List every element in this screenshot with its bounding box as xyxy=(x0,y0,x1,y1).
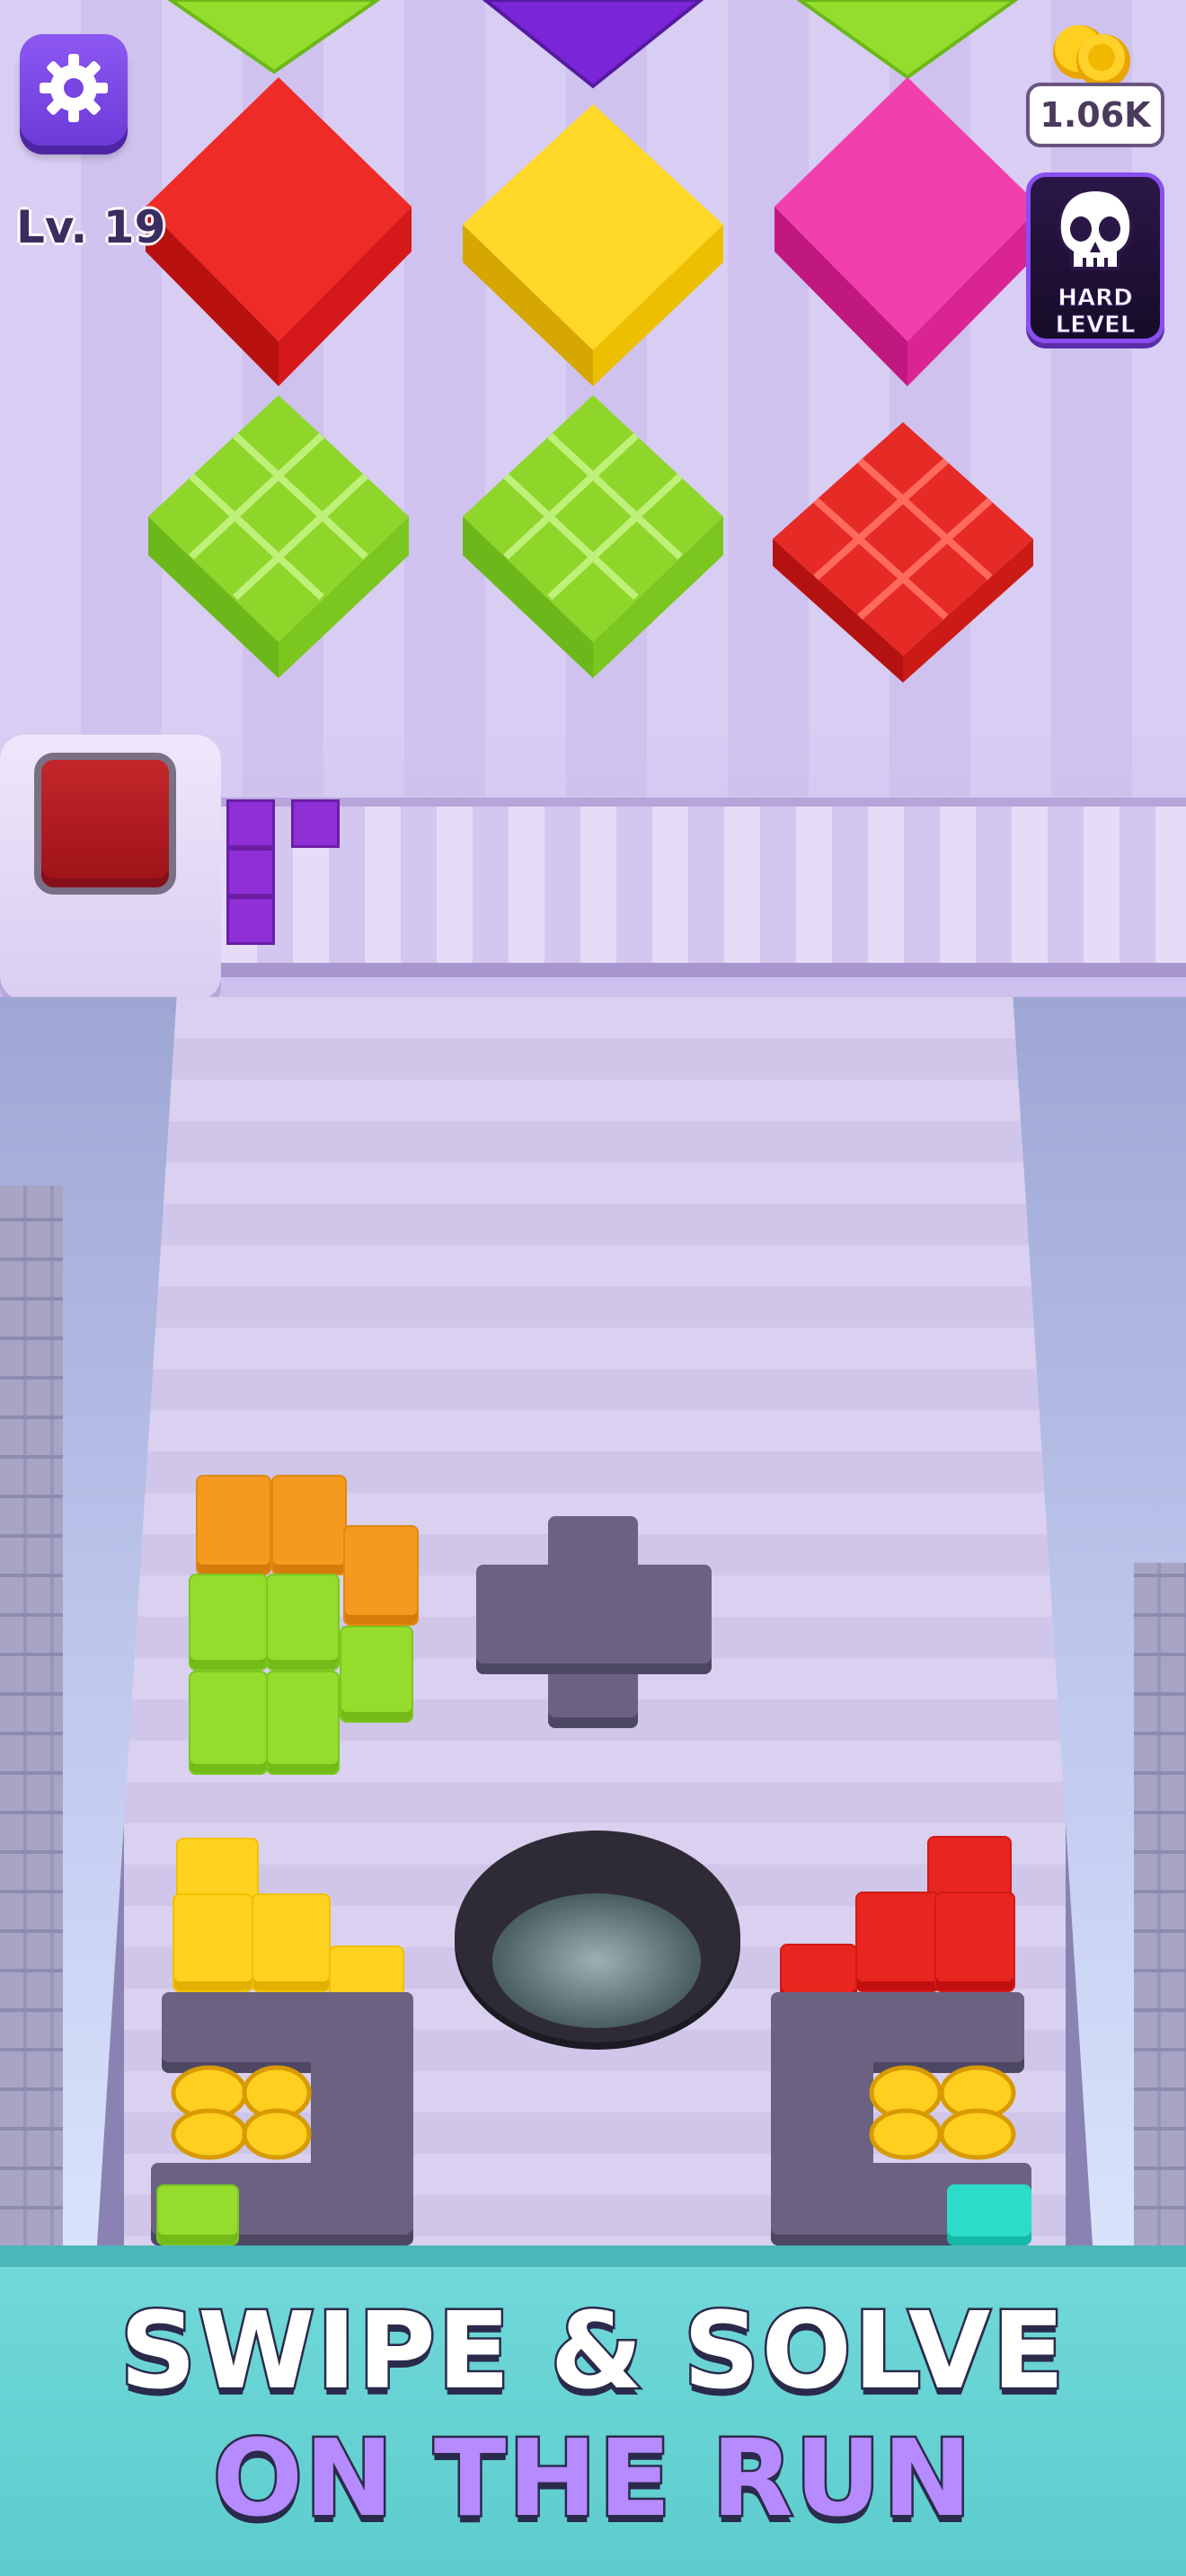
purple-piece-cell xyxy=(291,799,340,848)
green-block[interactable] xyxy=(266,1574,340,1671)
dispense-button[interactable] xyxy=(34,753,176,895)
hole-portal xyxy=(492,1893,701,2028)
hard-level-badge: HARD LEVEL xyxy=(1026,172,1164,343)
plus-obstacle xyxy=(476,1565,712,1674)
gear-icon xyxy=(40,54,108,122)
hard-level-label: HARD LEVEL xyxy=(1055,285,1136,340)
coin-pile-right xyxy=(869,2065,1016,2160)
orange-block[interactable] xyxy=(271,1475,347,1575)
red-target-cube xyxy=(146,77,412,386)
purple-l-piece[interactable] xyxy=(226,799,275,945)
red-grid-slot xyxy=(773,422,1033,683)
green-block[interactable] xyxy=(189,1671,268,1775)
yellow-target-cube xyxy=(463,104,723,386)
banner-subheadline: ON THE RUN xyxy=(210,2414,974,2543)
lime-grid-slot-2 xyxy=(463,395,723,678)
coin-balance: 1.06K xyxy=(1026,83,1164,147)
lime-grid-slot xyxy=(148,395,409,678)
yellow-block[interactable] xyxy=(173,1893,253,1992)
teal-block[interactable] xyxy=(947,2184,1031,2245)
conveyor-rail xyxy=(221,798,1186,977)
red-block[interactable] xyxy=(934,1892,1015,1992)
building-left xyxy=(0,1186,63,2245)
yellow-block[interactable] xyxy=(252,1893,331,1992)
green-block[interactable] xyxy=(266,1671,340,1775)
settings-button[interactable] xyxy=(20,34,128,146)
orange-block[interactable] xyxy=(196,1475,271,1575)
green-block[interactable] xyxy=(340,1626,413,1723)
skull-icon xyxy=(1057,187,1134,270)
level-label: Lv. 19 xyxy=(15,200,166,254)
building-right xyxy=(1134,1563,1186,2245)
coin-pile-left xyxy=(171,2065,312,2160)
banner-headline: SWIPE & SOLVE xyxy=(118,2287,1067,2415)
red-block[interactable] xyxy=(855,1892,940,1992)
green-block[interactable] xyxy=(156,2184,239,2245)
green-block[interactable] xyxy=(189,1574,268,1671)
magenta-target-cube xyxy=(774,77,1040,386)
orange-block[interactable] xyxy=(343,1525,419,1626)
